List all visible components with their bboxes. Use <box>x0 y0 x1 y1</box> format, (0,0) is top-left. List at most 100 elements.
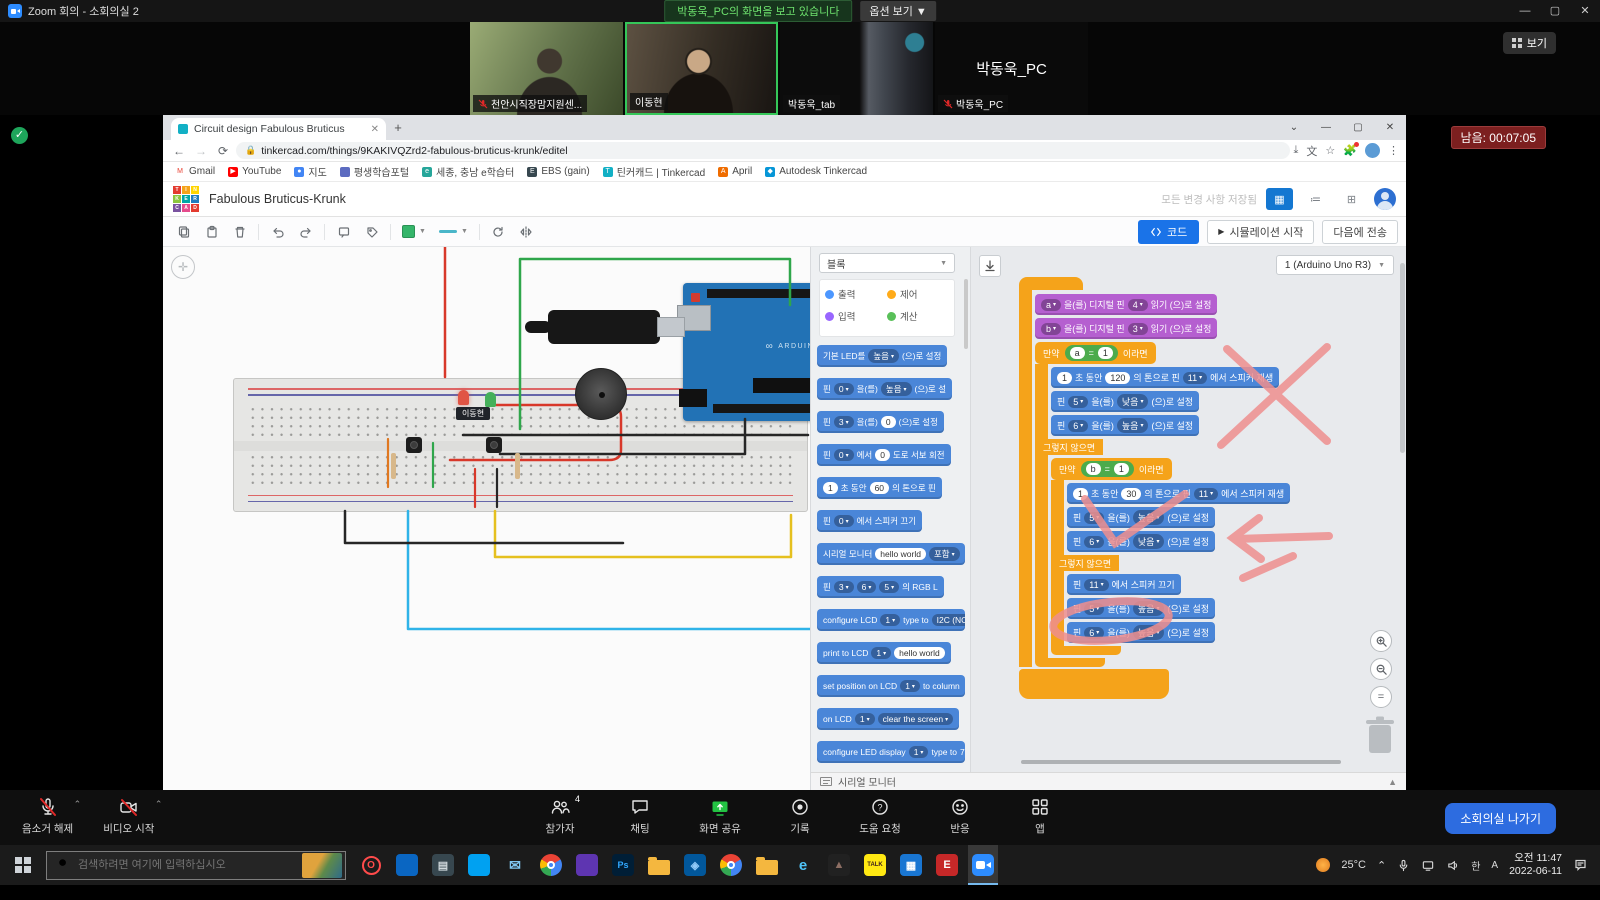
participants-button[interactable]: 4 참가자 <box>538 796 582 836</box>
block-dropdown[interactable]: 1▾ <box>871 647 891 659</box>
code-block[interactable]: 핀11▾에서 스피커 끄기 <box>1067 574 1181 595</box>
taskbar-app-icon[interactable]: ▤ <box>428 845 458 885</box>
download-code-button[interactable] <box>979 255 1001 277</box>
components-panel-button[interactable]: ▦ <box>1266 188 1293 210</box>
browser-menu-icon[interactable]: ⋮ <box>1388 144 1399 157</box>
browser-maximize-icon[interactable]: ▢ <box>1342 122 1374 133</box>
expand-icon[interactable]: ▲ <box>1388 777 1397 787</box>
block-input[interactable]: 1 <box>823 482 838 494</box>
code-block[interactable]: 핀6▾을(를)낮음▾(으)로 설정 <box>1067 531 1215 552</box>
new-tab-button[interactable]: + <box>386 116 410 140</box>
block-dropdown[interactable]: 6▾ <box>1084 536 1104 548</box>
block-dropdown[interactable]: 6▾ <box>1084 627 1104 639</box>
bookmark-item[interactable]: ▶YouTube <box>228 166 281 177</box>
block-dropdown[interactable]: 1▾ <box>909 746 929 758</box>
serial-monitor-bar[interactable]: 시리얼 모니터 ▲ <box>811 772 1406 790</box>
label-icon[interactable] <box>359 221 384 243</box>
block-dropdown[interactable]: 0▾ <box>834 449 854 461</box>
block-dropdown[interactable]: 3▾ <box>1128 323 1148 335</box>
condition-block[interactable]: a=1 <box>1065 345 1118 361</box>
start-video-button[interactable]: ⌃ 비디오 시작 <box>103 796 154 836</box>
participant-video-active[interactable]: 이동현 <box>625 22 778 115</box>
code-block[interactable]: 시리얼 모니터hello world포함▾ <box>817 543 965 565</box>
code-block[interactable]: print to LCD1▾hello world <box>817 642 951 664</box>
block-dropdown[interactable]: 1▾ <box>880 614 900 626</box>
bookmark-item[interactable]: ◆Autodesk Tinkercad <box>765 166 867 177</box>
block-dropdown[interactable]: 낮음▾ <box>1117 394 1149 409</box>
block-dropdown[interactable]: 5▾ <box>1068 396 1088 408</box>
bookmark-item[interactable]: EEBS (gain) <box>527 166 589 177</box>
code-block[interactable]: 1초 동안30의 톤으로 핀11▾에서 스피커 재생 <box>1067 483 1290 504</box>
wire-style-dropdown[interactable]: ▼ <box>434 226 473 237</box>
taskbar-app-icon[interactable] <box>464 845 494 885</box>
code-block[interactable]: 핀0▾에서0도로 서보 회전 <box>817 444 951 466</box>
taskbar-app-icon[interactable]: Ps <box>608 845 638 885</box>
code-block[interactable]: configure LED display1▾type to7- <box>817 741 965 763</box>
notification-center-icon[interactable] <box>1573 858 1588 872</box>
temperature[interactable]: 25°C <box>1341 859 1366 871</box>
taskbar-clock[interactable]: 오전 11:47 2022-06-11 <box>1509 852 1562 878</box>
design-title[interactable]: Fabulous Bruticus-Krunk <box>209 192 346 206</box>
taskbar-app-icon[interactable]: ✉ <box>500 845 530 885</box>
code-block[interactable]: 핀0▾에서 스피커 끄기 <box>817 510 922 532</box>
browser-avatar[interactable] <box>1365 143 1380 158</box>
circuit-canvas[interactable]: ✛ <box>163 247 810 790</box>
code-workspace[interactable]: 1 (Arduino Uno R3)▼ a▾을(를) 디지털 핀4▾읽기 (으)… <box>971 247 1406 772</box>
paste-icon[interactable] <box>199 221 224 243</box>
code-block[interactable]: 기본 LED를높음▾(으)로 설정 <box>817 345 947 367</box>
block-dropdown[interactable]: 높음▾ <box>1117 418 1149 433</box>
taskbar-search[interactable] <box>46 851 346 880</box>
forward-icon[interactable]: → <box>192 144 210 158</box>
reactions-button[interactable]: 반응 <box>938 796 982 836</box>
tray-volume-icon[interactable] <box>1446 859 1460 872</box>
taskbar-app-icon[interactable] <box>752 845 782 885</box>
block-dropdown[interactable]: 5▾ <box>879 581 899 593</box>
code-block[interactable]: 1초 동안120의 톤으로 핀11▾에서 스피커 재생 <box>1051 367 1279 388</box>
block-dropdown[interactable]: a▾ <box>1041 299 1061 311</box>
block-dropdown[interactable]: 11▾ <box>1084 579 1108 591</box>
start-button[interactable] <box>0 845 46 885</box>
participant-no-video[interactable]: 박동욱_PC 박동욱_PC <box>935 22 1088 115</box>
if-else-block[interactable]: 만약b=1이라면1초 동안30의 톤으로 핀11▾에서 스피커 재생핀5▾을(를… <box>1051 458 1290 655</box>
block-dropdown[interactable]: 높음▾ <box>1133 625 1165 640</box>
taskbar-app-icon[interactable]: e <box>788 845 818 885</box>
window-dropdown-icon[interactable]: ⌄ <box>1278 122 1310 133</box>
code-block[interactable]: 핀0▾을(를)높음▾(으)로 설 <box>817 378 952 400</box>
unmute-button[interactable]: ⌃ 음소거 해제 <box>22 796 73 836</box>
tray-network-icon[interactable] <box>1421 859 1435 872</box>
block-dropdown[interactable]: 높음▾ <box>1133 510 1165 525</box>
piezo-buzzer[interactable] <box>575 368 627 420</box>
taskbar-app-icon[interactable] <box>536 845 566 885</box>
address-bar[interactable]: 🔒 tinkercad.com/things/9KAKIVQZrd2-fabul… <box>236 142 1290 159</box>
block-input[interactable]: 0 <box>881 416 896 428</box>
block-input[interactable]: 1 <box>1073 488 1088 500</box>
code-block[interactable]: set position on LCD1▾to column <box>817 675 965 697</box>
user-avatar[interactable] <box>1374 188 1396 210</box>
close-icon[interactable]: ✕ <box>1570 0 1600 22</box>
video-options-caret[interactable]: ⌃ <box>155 799 163 810</box>
resistor[interactable] <box>515 453 520 479</box>
pan-compass-icon[interactable]: ✛ <box>171 255 195 279</box>
block-dropdown[interactable]: I2C (NC▾ <box>932 614 965 626</box>
leave-breakout-button[interactable]: 소회의실 나가기 <box>1445 803 1556 834</box>
taskbar-app-icon[interactable]: O <box>356 845 386 885</box>
code-block[interactable]: on LCD1▾clear the screen▾ <box>817 708 959 730</box>
search-widget-thumbnail[interactable] <box>302 853 342 878</box>
block-input[interactable]: 0 <box>875 449 890 461</box>
code-block[interactable]: 핀5▾을(를)높음▾(으)로 설정 <box>1067 598 1215 619</box>
code-block[interactable]: a▾을(를) 디지털 핀4▾읽기 (으)로 설정 <box>1035 294 1217 315</box>
mic-options-caret[interactable]: ⌃ <box>74 799 82 810</box>
extension-icon[interactable]: 🧩 <box>1343 144 1357 157</box>
board-select[interactable]: 1 (Arduino Uno R3)▼ <box>1276 255 1394 275</box>
minimize-icon[interactable]: — <box>1510 0 1540 22</box>
code-block[interactable]: 핀6▾을(를)높음▾(으)로 설정 <box>1067 622 1215 643</box>
share-screen-button[interactable]: 화면 공유 <box>698 796 742 836</box>
green-led[interactable] <box>485 392 496 407</box>
undo-icon[interactable] <box>265 221 290 243</box>
zoom-fit-button[interactable]: = <box>1370 686 1392 708</box>
block-dropdown[interactable]: 6▾ <box>857 581 877 593</box>
palette-category[interactable]: 출력 <box>825 287 887 301</box>
search-input[interactable] <box>78 859 294 871</box>
block-dropdown[interactable]: 11▾ <box>1194 488 1218 500</box>
gallery-view-button[interactable]: 보기 <box>1503 32 1556 54</box>
